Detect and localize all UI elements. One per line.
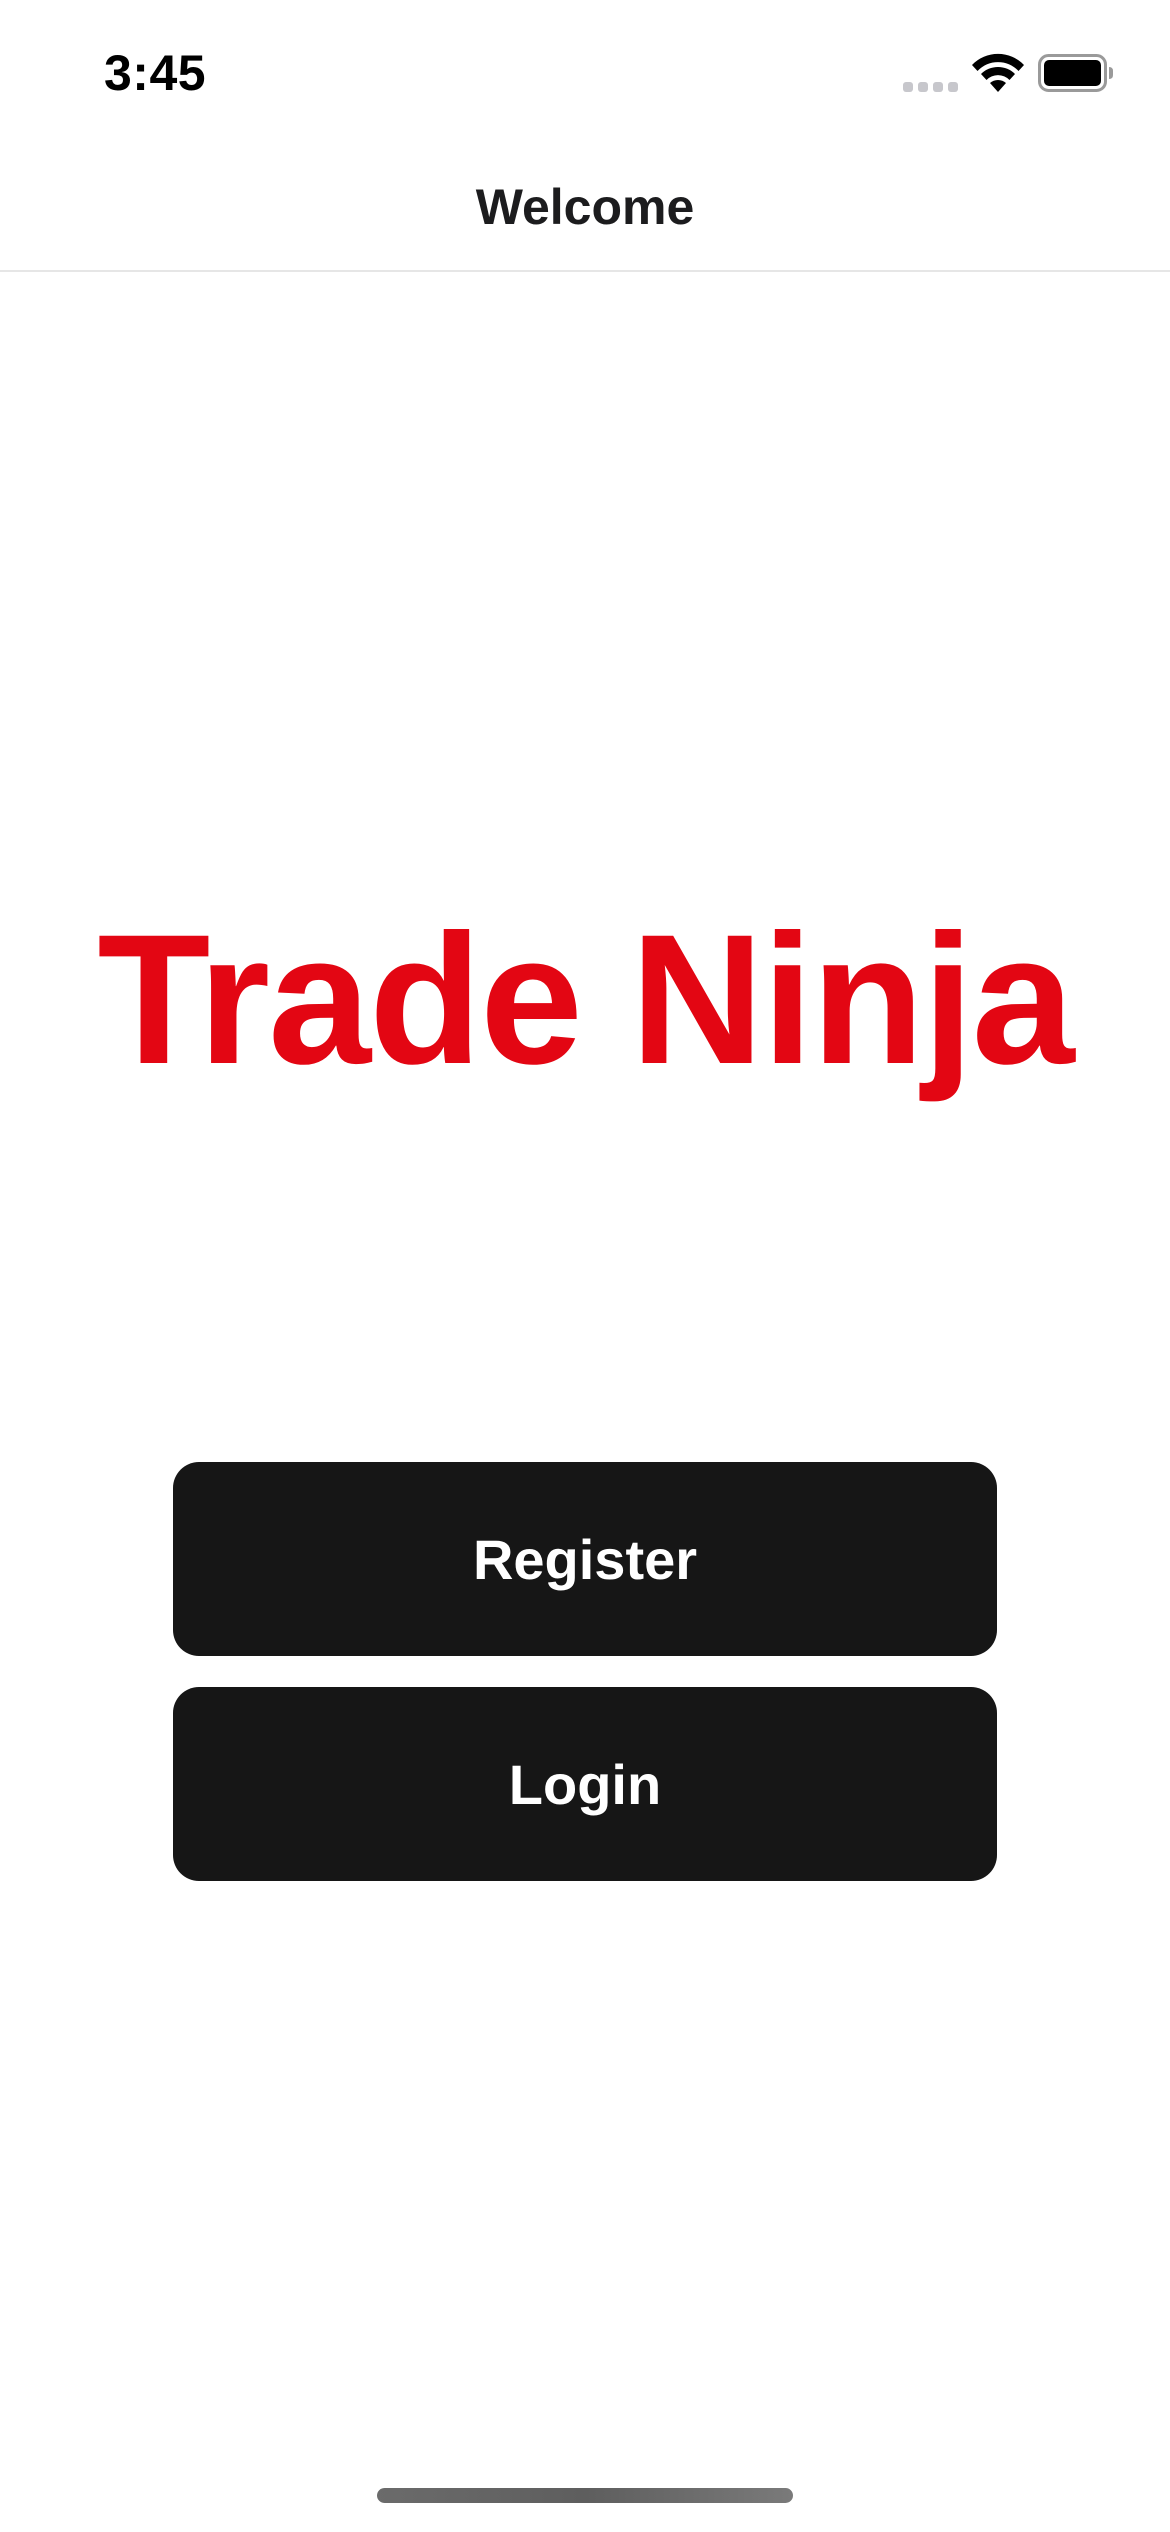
navigation-bar: Welcome xyxy=(0,140,1170,272)
status-time: 3:45 xyxy=(104,45,207,101)
register-button[interactable]: Register xyxy=(173,1462,997,1656)
cellular-signal-icon xyxy=(903,82,958,92)
home-indicator[interactable] xyxy=(377,2488,793,2503)
login-button[interactable]: Login xyxy=(173,1687,997,1881)
register-button-label: Register xyxy=(472,1527,698,1591)
app-brand-title: Trade Ninja xyxy=(97,897,1074,1103)
page-title: Welcome xyxy=(475,179,695,235)
wifi-icon xyxy=(972,53,1024,92)
login-button-label: Login xyxy=(508,1752,662,1816)
status-bar: 3:45 xyxy=(0,0,1170,140)
battery-icon xyxy=(1038,54,1113,92)
